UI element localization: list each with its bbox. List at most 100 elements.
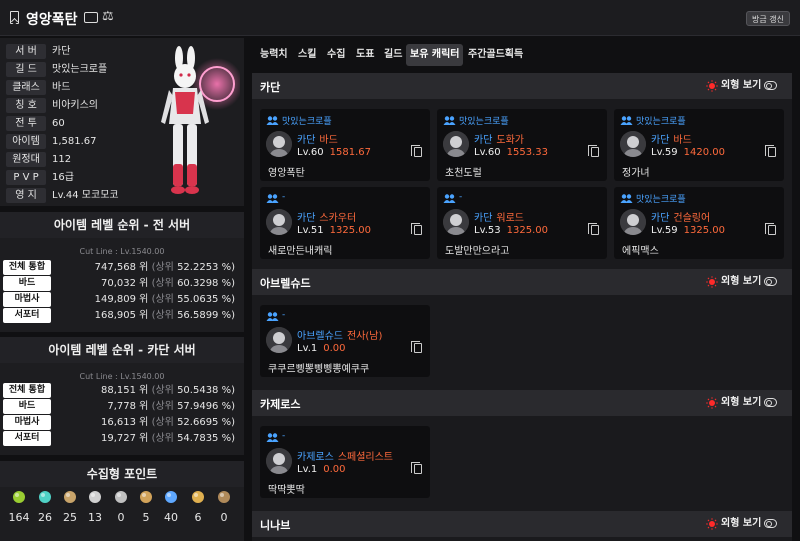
omnium-star-icon: [218, 491, 230, 503]
rank-row: 전체 통합 88,151 위 (상위 50.5438 %): [3, 383, 241, 398]
rank-server-panel: 아이템 레벨 순위 - 카단 서버 Cut Line : Lv.1540.00 …: [0, 337, 244, 455]
stat-value: 1,581.67: [52, 136, 97, 147]
character-server: 카단: [297, 213, 316, 224]
toggle-switch-icon[interactable]: [764, 398, 777, 407]
combat-level: Lv.51: [297, 225, 324, 236]
item-level: 1581.67: [329, 147, 371, 158]
rank-key: 바드: [3, 399, 51, 414]
tab-1[interactable]: 스킬: [294, 44, 320, 66]
stat-key: P V P: [6, 170, 46, 185]
character-class: 스페셜리스트: [337, 452, 394, 463]
red-light-icon: [706, 397, 718, 409]
character-name: 에픽맥스: [622, 246, 659, 257]
guild-members-icon: [620, 116, 633, 125]
combat-level: Lv.60: [297, 147, 324, 158]
character-class: 도화가: [496, 135, 525, 146]
tab-4[interactable]: 길드: [380, 44, 406, 66]
character-server-class: 카단 건슬링어: [651, 209, 710, 224]
collect-count: 0: [220, 511, 228, 524]
tab-2[interactable]: 수집: [323, 44, 349, 66]
toggle-switch-icon[interactable]: [764, 81, 777, 90]
item-level: 1325.00: [683, 225, 725, 236]
stat-value: 비아키스의: [52, 100, 98, 111]
character-name: 영앙폭탄: [268, 168, 305, 179]
copy-icon[interactable]: [411, 462, 422, 474]
guild-members-icon: [443, 116, 456, 125]
tab-5[interactable]: 보유 캐릭터: [406, 44, 464, 66]
collect-count: 40: [164, 511, 178, 524]
character-portrait: [266, 209, 292, 235]
character-server-class: 카제로스 스페셜리스트: [297, 448, 393, 463]
guild-name: -: [282, 431, 286, 441]
character-card[interactable]: 맛있는크로플 카단 도화가 Lv.60 1553.33 초천도럴: [437, 109, 607, 181]
refresh-button[interactable]: 방금 갱신: [746, 11, 790, 26]
character-grid: [252, 537, 792, 541]
guild-members-icon: [266, 194, 279, 203]
giant-heart-icon: [89, 491, 101, 503]
copy-icon[interactable]: [765, 223, 776, 235]
character-levels: Lv.59 1420.00: [651, 147, 725, 158]
tab-0[interactable]: 능력치: [256, 44, 292, 66]
server-name: 아브렐슈드: [260, 277, 311, 290]
tab-3[interactable]: 도표: [352, 44, 378, 66]
character-server: 카단: [651, 135, 670, 146]
character-card[interactable]: - 카단 스카우터 Lv.51 1325.00 새로만든내캐릭: [260, 187, 430, 259]
appearance-toggle[interactable]: 외형 보기: [706, 276, 780, 288]
collect-count: 25: [63, 511, 77, 524]
appearance-toggle[interactable]: 외형 보기: [706, 397, 780, 409]
appearance-toggle-label: 외형 보기: [721, 397, 762, 408]
rank-value: 168,905 위 (상위 56.5899 %): [94, 310, 235, 321]
bookmark-icon[interactable]: [10, 11, 19, 24]
collectibles-count-row: 164 26 25 13 0 5 40 6 0: [0, 511, 244, 527]
copy-icon[interactable]: [765, 145, 776, 157]
server-name: 카제로스: [260, 398, 301, 411]
world-tree-leaf-icon: [165, 491, 177, 503]
item-level: 0.00: [323, 464, 346, 475]
rank-row: 바드 70,032 위 (상위 60.3298 %): [3, 276, 241, 291]
orpheus-star-icon: [140, 491, 152, 503]
appearance-toggle[interactable]: 외형 보기: [706, 518, 780, 530]
top-bar: 영앙폭탄 ⚖ 방금 갱신: [0, 0, 800, 36]
rank-key: 마법사: [3, 415, 51, 430]
collect-count: 0: [117, 511, 125, 524]
character-levels: Lv.53 1325.00: [474, 225, 548, 236]
toggle-switch-icon[interactable]: [764, 519, 777, 528]
id-card-icon[interactable]: [84, 12, 98, 23]
guild-members-icon: [620, 194, 633, 203]
rank-key: 마법사: [3, 292, 51, 307]
copy-icon[interactable]: [588, 145, 599, 157]
character-card[interactable]: 맛있는크로플 카단 건슬링어 Lv.59 1325.00 에픽맥스: [614, 187, 784, 259]
character-server: 아브렐슈드: [297, 331, 343, 342]
character-card[interactable]: - 카단 워로드 Lv.53 1325.00 도발만만으라고: [437, 187, 607, 259]
stat-key: 아이템: [6, 134, 46, 149]
character-card[interactable]: - 카제로스 스페셜리스트 Lv.1 0.00 딱딱뽓딱: [260, 426, 430, 498]
stat-key: 영 지: [6, 188, 46, 203]
character-card[interactable]: 맛있는크로플 카단 바드 Lv.60 1581.67 영앙폭탄: [260, 109, 430, 181]
rank-all-title: 아이템 레벨 순위 - 전 서버: [0, 212, 244, 238]
collect-count: 26: [38, 511, 52, 524]
character-class: 바드: [319, 135, 338, 146]
copy-icon[interactable]: [411, 223, 422, 235]
copy-icon[interactable]: [411, 341, 422, 353]
rank-value: 16,613 위 (상위 52.6695 %): [101, 417, 235, 428]
character-server: 카제로스: [297, 452, 334, 463]
guild-name: -: [282, 310, 286, 320]
character-portrait: [266, 327, 292, 353]
character-server-class: 아브렐슈드 전사(남): [297, 327, 382, 342]
stat-key: 전 투: [6, 116, 46, 131]
character-server: 카단: [297, 135, 316, 146]
character-levels: Lv.1 0.00: [297, 464, 346, 475]
copy-icon[interactable]: [411, 145, 422, 157]
appearance-toggle[interactable]: 외형 보기: [706, 80, 780, 92]
toggle-switch-icon[interactable]: [764, 277, 777, 286]
rank-row: 마법사 149,809 위 (상위 55.0635 %): [3, 292, 241, 307]
character-server: 카단: [474, 135, 493, 146]
rank-key: 서포터: [3, 431, 51, 446]
great-art-icon: [64, 491, 76, 503]
character-card[interactable]: - 아브렐슈드 전사(남) Lv.1 0.00 쿠쿠르삥뽕삥삥뽕예쿠쿠: [260, 305, 430, 377]
character-card[interactable]: 맛있는크로플 카단 바드 Lv.59 1420.00 정가녀: [614, 109, 784, 181]
copy-icon[interactable]: [588, 223, 599, 235]
character-portrait: [620, 209, 646, 235]
tab-6[interactable]: 주간골드획득: [464, 44, 527, 66]
scale-icon[interactable]: ⚖: [102, 9, 114, 24]
